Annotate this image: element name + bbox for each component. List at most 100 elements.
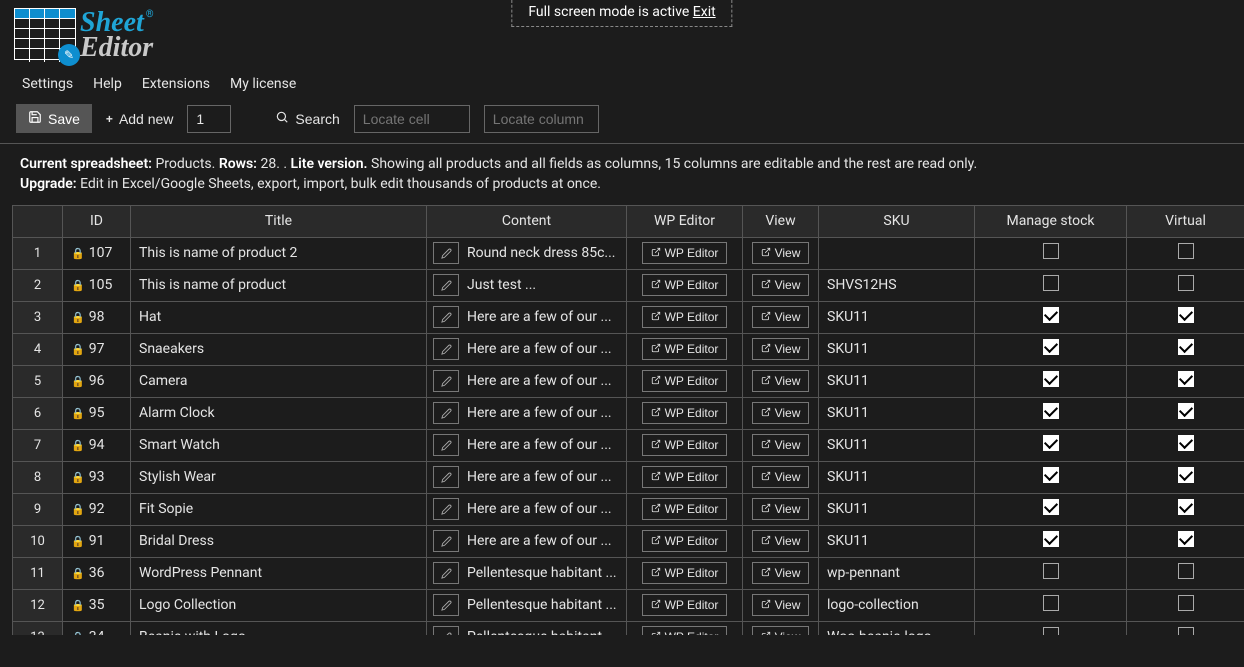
manage-stock-checkbox[interactable]	[1043, 595, 1059, 611]
title-cell[interactable]: Snaeakers	[131, 333, 427, 365]
menu-settings[interactable]: Settings	[22, 76, 73, 92]
edit-content-button[interactable]	[433, 434, 459, 456]
content-cell-wrap[interactable]: Pellentesque habitant ...	[427, 557, 627, 589]
header-wp[interactable]: WP Editor	[627, 205, 743, 237]
title-cell[interactable]: Logo Collection	[131, 589, 427, 621]
rownum-cell[interactable]: 12	[13, 589, 63, 621]
id-cell[interactable]: 🔒35	[63, 589, 131, 621]
virtual-checkbox[interactable]	[1178, 595, 1194, 611]
virtual-checkbox[interactable]	[1178, 467, 1194, 483]
title-cell[interactable]: Beanie with Logo	[131, 621, 427, 635]
id-cell[interactable]: 🔒36	[63, 557, 131, 589]
manage-stock-checkbox[interactable]	[1043, 243, 1059, 259]
search-button[interactable]: Search	[271, 106, 343, 131]
virtual-checkbox[interactable]	[1178, 275, 1194, 291]
wp-editor-button[interactable]: WP Editor	[642, 306, 728, 328]
manage-stock-checkbox[interactable]	[1043, 403, 1059, 419]
wp-editor-button[interactable]: WP Editor	[642, 274, 728, 296]
id-cell[interactable]: 🔒34	[63, 621, 131, 635]
title-cell[interactable]: Alarm Clock	[131, 397, 427, 429]
header-manage[interactable]: Manage stock	[975, 205, 1127, 237]
view-button[interactable]: View	[752, 242, 810, 264]
id-cell[interactable]: 🔒96	[63, 365, 131, 397]
header-title[interactable]: Title	[131, 205, 427, 237]
id-cell[interactable]: 🔒94	[63, 429, 131, 461]
edit-content-button[interactable]	[433, 594, 459, 616]
header-id[interactable]: ID	[63, 205, 131, 237]
virtual-checkbox[interactable]	[1178, 371, 1194, 387]
rownum-cell[interactable]: 3	[13, 301, 63, 333]
view-button[interactable]: View	[752, 498, 810, 520]
title-cell[interactable]: Stylish Wear	[131, 461, 427, 493]
manage-stock-checkbox[interactable]	[1043, 307, 1059, 323]
sku-cell[interactable]: wp-pennant	[819, 557, 975, 589]
sku-cell[interactable]: SKU11	[819, 429, 975, 461]
sku-cell[interactable]: SKU11	[819, 493, 975, 525]
id-cell[interactable]: 🔒107	[63, 237, 131, 269]
virtual-checkbox[interactable]	[1178, 563, 1194, 579]
sku-cell[interactable]: Woo-beanie-logo	[819, 621, 975, 635]
edit-content-button[interactable]	[433, 402, 459, 424]
edit-content-button[interactable]	[433, 562, 459, 584]
edit-content-button[interactable]	[433, 306, 459, 328]
exit-fullscreen-link[interactable]: Exit	[693, 4, 716, 20]
id-cell[interactable]: 🔒93	[63, 461, 131, 493]
content-cell-wrap[interactable]: Here are a few of our ...	[427, 429, 627, 461]
sku-cell[interactable]: SHVS12HS	[819, 269, 975, 301]
title-cell[interactable]: Camera	[131, 365, 427, 397]
content-cell-wrap[interactable]: Here are a few of our ...	[427, 301, 627, 333]
view-button[interactable]: View	[752, 530, 810, 552]
menu-my-license[interactable]: My license	[230, 76, 296, 92]
content-cell-wrap[interactable]: Here are a few of our ...	[427, 333, 627, 365]
view-button[interactable]: View	[752, 402, 810, 424]
rownum-cell[interactable]: 13	[13, 621, 63, 635]
id-cell[interactable]: 🔒95	[63, 397, 131, 429]
rownum-cell[interactable]: 8	[13, 461, 63, 493]
sku-cell[interactable]: SKU11	[819, 397, 975, 429]
title-cell[interactable]: Hat	[131, 301, 427, 333]
virtual-checkbox[interactable]	[1178, 499, 1194, 515]
rownum-cell[interactable]: 7	[13, 429, 63, 461]
edit-content-button[interactable]	[433, 242, 459, 264]
sku-cell[interactable]	[819, 237, 975, 269]
manage-stock-checkbox[interactable]	[1043, 435, 1059, 451]
virtual-checkbox[interactable]	[1178, 531, 1194, 547]
content-cell-wrap[interactable]: Round neck dress 85c...	[427, 237, 627, 269]
menu-help[interactable]: Help	[93, 76, 122, 92]
id-cell[interactable]: 🔒92	[63, 493, 131, 525]
edit-content-button[interactable]	[433, 626, 459, 635]
sku-cell[interactable]: SKU11	[819, 301, 975, 333]
virtual-checkbox[interactable]	[1178, 403, 1194, 419]
wp-editor-button[interactable]: WP Editor	[642, 530, 728, 552]
manage-stock-checkbox[interactable]	[1043, 467, 1059, 483]
view-button[interactable]: View	[752, 274, 810, 296]
manage-stock-checkbox[interactable]	[1043, 371, 1059, 387]
title-cell[interactable]: WordPress Pennant	[131, 557, 427, 589]
virtual-checkbox[interactable]	[1178, 435, 1194, 451]
wp-editor-button[interactable]: WP Editor	[642, 402, 728, 424]
id-cell[interactable]: 🔒97	[63, 333, 131, 365]
title-cell[interactable]: This is name of product 2	[131, 237, 427, 269]
manage-stock-checkbox[interactable]	[1043, 275, 1059, 291]
content-cell-wrap[interactable]: Here are a few of our ...	[427, 397, 627, 429]
sku-cell[interactable]: logo-collection	[819, 589, 975, 621]
wp-editor-button[interactable]: WP Editor	[642, 466, 728, 488]
edit-content-button[interactable]	[433, 530, 459, 552]
manage-stock-checkbox[interactable]	[1043, 563, 1059, 579]
view-button[interactable]: View	[752, 466, 810, 488]
virtual-checkbox[interactable]	[1178, 307, 1194, 323]
rownum-cell[interactable]: 4	[13, 333, 63, 365]
locate-cell-input[interactable]	[354, 105, 470, 133]
content-cell-wrap[interactable]: Here are a few of our ...	[427, 525, 627, 557]
wp-editor-button[interactable]: WP Editor	[642, 626, 728, 635]
edit-content-button[interactable]	[433, 498, 459, 520]
wp-editor-button[interactable]: WP Editor	[642, 338, 728, 360]
wp-editor-button[interactable]: WP Editor	[642, 434, 728, 456]
edit-content-button[interactable]	[433, 466, 459, 488]
sku-cell[interactable]: SKU11	[819, 461, 975, 493]
content-cell-wrap[interactable]: Here are a few of our ...	[427, 461, 627, 493]
header-sku[interactable]: SKU	[819, 205, 975, 237]
wp-editor-button[interactable]: WP Editor	[642, 562, 728, 584]
id-cell[interactable]: 🔒105	[63, 269, 131, 301]
content-cell-wrap[interactable]: Pellentesque habitant ...	[427, 589, 627, 621]
